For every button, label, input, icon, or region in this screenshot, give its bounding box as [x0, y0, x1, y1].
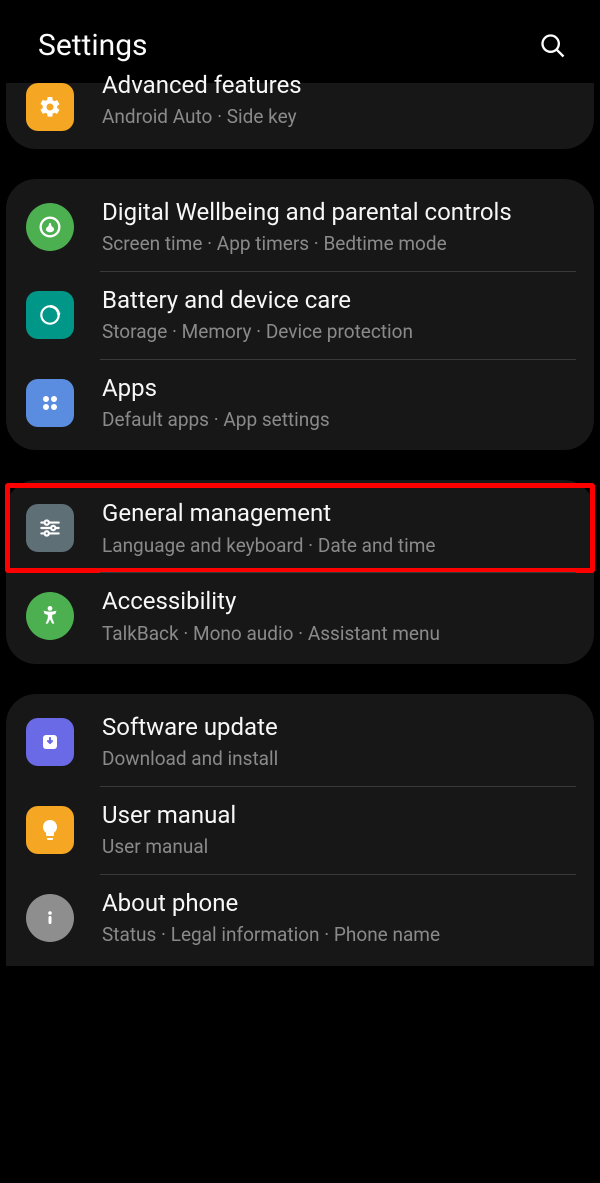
settings-item-subtitle: Default apps · App settings: [102, 407, 330, 433]
settings-item-subtitle: Language and keyboard · Date and time: [102, 533, 435, 559]
settings-item-user-manual[interactable]: User manual User manual: [6, 786, 594, 874]
settings-group: Digital Wellbeing and parental controls …: [6, 179, 594, 450]
settings-item-digital-wellbeing[interactable]: Digital Wellbeing and parental controls …: [6, 183, 594, 271]
settings-item-text: General management Language and keyboard…: [102, 498, 435, 558]
user-manual-icon: [26, 806, 74, 854]
settings-item-title: Battery and device care: [102, 285, 413, 316]
settings-item-apps[interactable]: Apps Default apps · App settings: [6, 359, 594, 447]
settings-item-subtitle: Screen time · App timers · Bedtime mode: [102, 231, 512, 257]
page-title: Settings: [38, 28, 148, 63]
settings-item-about-phone[interactable]: About phone Status · Legal information ·…: [6, 874, 594, 962]
wellbeing-icon: [26, 203, 74, 251]
settings-item-text: Advanced features Android Auto · Side ke…: [102, 84, 302, 130]
settings-item-text: Accessibility TalkBack · Mono audio · As…: [102, 586, 440, 646]
search-button[interactable]: [536, 29, 570, 63]
settings-item-text: User manual User manual: [102, 800, 236, 860]
settings-group: General management Language and keyboard…: [6, 480, 594, 664]
settings-item-title: General management: [102, 498, 435, 529]
settings-item-accessibility[interactable]: Accessibility TalkBack · Mono audio · As…: [6, 572, 594, 660]
advanced-features-icon: [26, 83, 74, 131]
settings-item-battery-care[interactable]: Battery and device care Storage · Memory…: [6, 271, 594, 359]
settings-group: Software update Download and install Use…: [6, 694, 594, 965]
battery-care-icon: [26, 291, 74, 339]
settings-item-text: Battery and device care Storage · Memory…: [102, 285, 413, 345]
settings-item-title: About phone: [102, 888, 440, 919]
accessibility-icon: [26, 592, 74, 640]
settings-item-title: Software update: [102, 712, 278, 743]
settings-item-subtitle: Download and install: [102, 746, 278, 772]
settings-item-title: Advanced features: [102, 70, 302, 101]
general-management-icon: [26, 504, 74, 552]
apps-icon: [26, 379, 74, 427]
settings-item-title: Apps: [102, 373, 330, 404]
settings-item-advanced-features[interactable]: Advanced features Android Auto · Side ke…: [6, 83, 594, 145]
settings-item-subtitle: Status · Legal information · Phone name: [102, 922, 440, 948]
settings-item-software-update[interactable]: Software update Download and install: [6, 698, 594, 786]
settings-item-text: Digital Wellbeing and parental controls …: [102, 197, 512, 257]
settings-group: Advanced features Android Auto · Side ke…: [6, 83, 594, 149]
settings-item-text: Apps Default apps · App settings: [102, 373, 330, 433]
settings-item-subtitle: User manual: [102, 834, 236, 860]
settings-item-title: Accessibility: [102, 586, 440, 617]
search-icon: [539, 32, 567, 60]
software-update-icon: [26, 718, 74, 766]
settings-item-title: Digital Wellbeing and parental controls: [102, 197, 512, 228]
settings-item-subtitle: Android Auto · Side key: [102, 104, 302, 130]
settings-item-text: About phone Status · Legal information ·…: [102, 888, 440, 948]
settings-item-general-management[interactable]: General management Language and keyboard…: [6, 484, 594, 572]
settings-item-subtitle: Storage · Memory · Device protection: [102, 319, 413, 345]
settings-item-text: Software update Download and install: [102, 712, 278, 772]
about-phone-icon: [26, 894, 74, 942]
settings-item-title: User manual: [102, 800, 236, 831]
settings-item-subtitle: TalkBack · Mono audio · Assistant menu: [102, 621, 440, 647]
